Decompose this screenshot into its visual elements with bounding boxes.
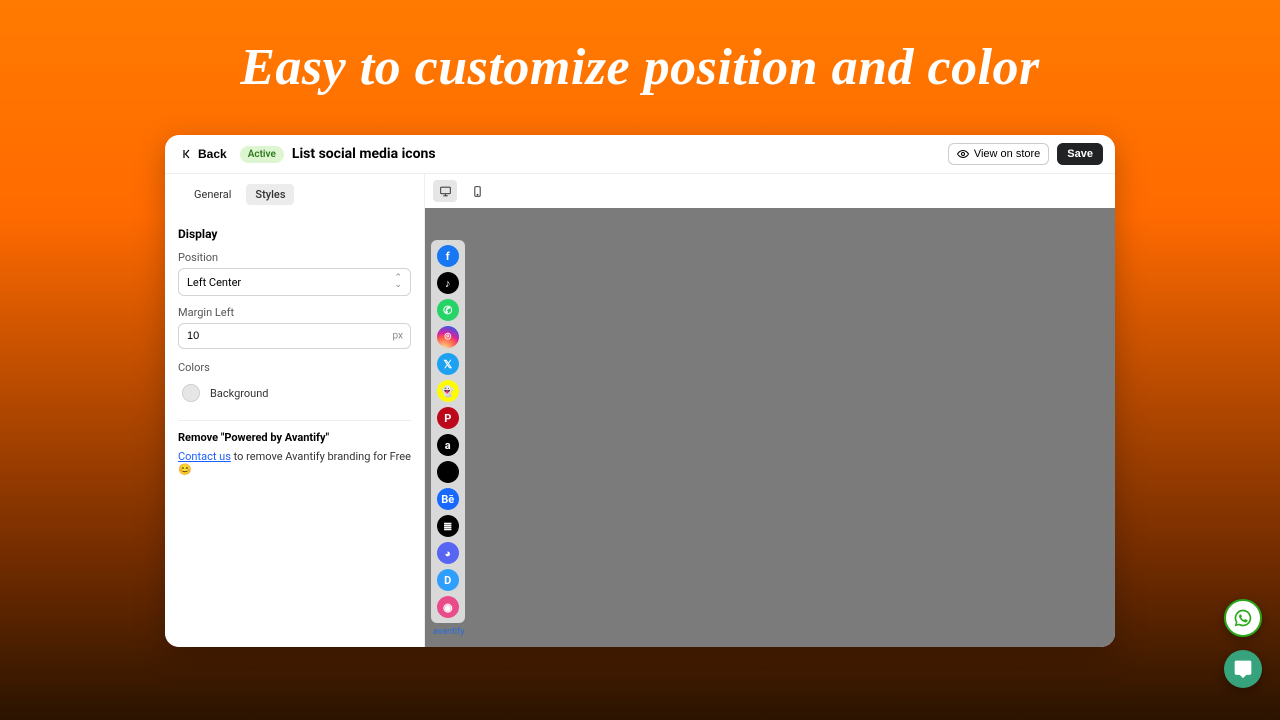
back-icon xyxy=(182,148,194,160)
social-twitter-icon[interactable]: 𝕏 xyxy=(437,353,459,375)
chevron-updown-icon: ⌃⌄ xyxy=(394,275,402,289)
display-section-title: Display xyxy=(178,227,411,241)
position-value: Left Center xyxy=(187,276,241,289)
floating-chat-button[interactable] xyxy=(1224,650,1262,688)
remove-branding-text: Contact us to remove Avantify branding f… xyxy=(178,450,411,476)
whatsapp-icon xyxy=(1233,608,1253,628)
save-button[interactable]: Save xyxy=(1057,143,1103,165)
social-disqus-icon[interactable]: D xyxy=(437,569,459,591)
tab-general[interactable]: General xyxy=(185,184,240,205)
chat-icon xyxy=(1233,659,1253,679)
sidebar: General Styles Display Position Left Cen… xyxy=(165,174,425,647)
watermark-text: avantify xyxy=(433,627,465,637)
back-label: Back xyxy=(198,147,227,161)
device-tab-desktop[interactable] xyxy=(433,180,457,202)
colors-label: Colors xyxy=(178,361,411,374)
contact-us-link[interactable]: Contact us xyxy=(178,450,231,463)
social-discord-icon[interactable]: ◕ xyxy=(437,542,459,564)
social-buffer-icon[interactable]: ≣ xyxy=(437,515,459,537)
app-window: Back Active List social media icons View… xyxy=(165,135,1115,647)
social-amazon-icon[interactable]: a xyxy=(437,434,459,456)
social-behance-icon[interactable]: Bē xyxy=(437,488,459,510)
app-header: Back Active List social media icons View… xyxy=(165,135,1115,174)
view-on-store-label: View on store xyxy=(974,148,1040,160)
tab-styles[interactable]: Styles xyxy=(246,184,294,205)
position-select[interactable]: Left Center ⌃⌄ xyxy=(178,268,411,296)
margin-left-input[interactable] xyxy=(178,323,411,349)
device-tabs xyxy=(425,174,1115,208)
eye-icon xyxy=(957,148,969,160)
position-label: Position xyxy=(178,251,411,264)
divider xyxy=(178,420,411,421)
remove-branding-title: Remove "Powered by Avantify" xyxy=(178,431,411,444)
margin-left-label: Margin Left xyxy=(178,306,411,319)
social-whatsapp-icon[interactable]: ✆ xyxy=(437,299,459,321)
desktop-icon xyxy=(439,185,452,198)
preview-area: f ♪ ✆ ⌾ 𝕏 👻 Pa Bē ≣ ◕ D ◉ avantify xyxy=(425,174,1115,647)
preview-canvas: f ♪ ✆ ⌾ 𝕏 👻 Pa Bē ≣ ◕ D ◉ avantify xyxy=(425,208,1115,647)
social-pinterest-icon[interactable]: P xyxy=(437,407,459,429)
status-badge: Active xyxy=(240,146,284,163)
background-color-label: Background xyxy=(210,387,268,400)
mobile-icon xyxy=(471,185,484,198)
view-on-store-button[interactable]: View on store xyxy=(948,143,1049,165)
back-button[interactable]: Back xyxy=(177,142,232,166)
social-instagram-icon[interactable]: ⌾ xyxy=(437,326,459,348)
social-snapchat-icon[interactable]: 👻 xyxy=(437,380,459,402)
device-tab-mobile[interactable] xyxy=(465,180,489,202)
hero-title: Easy to customize position and color xyxy=(0,0,1280,97)
social-apple-icon[interactable] xyxy=(437,461,459,483)
social-dribbble-icon[interactable]: ◉ xyxy=(437,596,459,618)
page-title: List social media icons xyxy=(292,146,436,162)
social-icon-bar: f ♪ ✆ ⌾ 𝕏 👻 Pa Bē ≣ ◕ D ◉ xyxy=(431,240,465,623)
floating-whatsapp-button[interactable] xyxy=(1224,599,1262,637)
social-facebook-icon[interactable]: f xyxy=(437,245,459,267)
sidebar-tabs: General Styles xyxy=(165,174,424,215)
margin-left-suffix: px xyxy=(392,331,403,342)
background-color-swatch[interactable] xyxy=(182,384,200,402)
social-tiktok-icon[interactable]: ♪ xyxy=(437,272,459,294)
